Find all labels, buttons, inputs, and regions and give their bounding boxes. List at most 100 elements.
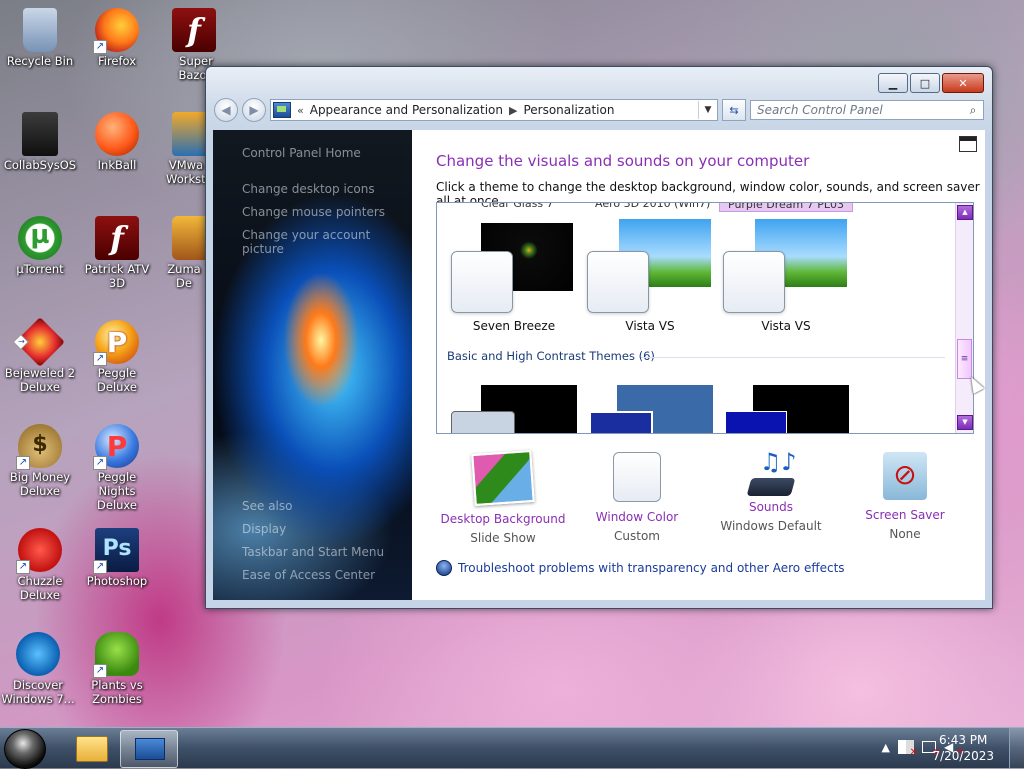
- forward-button[interactable]: ▶: [242, 98, 266, 122]
- theme-list[interactable]: Clear Glass 7 Aero 3D 2010 (Win7) Purple…: [436, 202, 974, 434]
- taskbar: ▲ 6:43 PM 7/20/2023: [0, 727, 1024, 769]
- chevron-left-icon: «: [297, 103, 304, 117]
- window-color-option[interactable]: Window Color Custom: [570, 452, 704, 543]
- close-button[interactable]: ✕: [942, 73, 984, 93]
- theme-item-vista-vs-2[interactable]: Vista VS: [723, 219, 849, 333]
- arrow-left-icon: ◀: [221, 103, 231, 117]
- refresh-icon: ⇆: [729, 103, 739, 117]
- back-button[interactable]: ◀: [214, 98, 238, 122]
- theme-item-vista-vs-1[interactable]: Vista VS: [587, 219, 713, 333]
- theme-item-seven-breeze[interactable]: Seven Breeze: [451, 219, 577, 333]
- option-title[interactable]: Screen Saver: [838, 508, 972, 522]
- sidebar-link-change-mouse-pointers[interactable]: Change mouse pointers: [242, 205, 385, 219]
- desktop-icon-inkball[interactable]: InkBall: [79, 112, 155, 172]
- desktop-icon-discover-windows[interactable]: Discover Windows 7...: [0, 632, 76, 706]
- basic-theme-swatch-2: [589, 411, 653, 433]
- sidebar-link-control-panel-home[interactable]: Control Panel Home: [242, 146, 361, 160]
- breadcrumb-appearance[interactable]: Appearance and Personalization: [310, 103, 503, 117]
- scroll-thumb[interactable]: ≡: [957, 339, 972, 379]
- search-icon[interactable]: ⌕: [963, 103, 983, 118]
- desktop-icon-peggle-nights[interactable]: Peggle Nights Deluxe: [79, 424, 155, 512]
- maximize-button[interactable]: □: [910, 73, 940, 93]
- sidebar-link-change-account-picture[interactable]: Change your account picture: [242, 228, 412, 256]
- troubleshoot-icon: [436, 560, 452, 576]
- sidebar-link-display[interactable]: Display: [242, 522, 286, 536]
- sidebar-link-ease-of-access[interactable]: Ease of Access Center: [242, 568, 375, 582]
- search-input[interactable]: Search Control Panel ⌕: [750, 100, 984, 120]
- theme-label-aero-3d[interactable]: Aero 3D 2010 (Win7): [595, 203, 710, 210]
- desktop-icon-plants-vs-zombies[interactable]: Plants vs Zombies: [79, 632, 155, 706]
- sidebar-see-also: See also: [242, 499, 293, 513]
- theme-color-swatch: [587, 251, 649, 313]
- navigation-bar: ◀ ▶ « Appearance and Personalization ▶ P…: [214, 98, 984, 122]
- clock-date: 7/20/2023: [932, 749, 994, 763]
- main-content: Change the visuals and sounds on your co…: [412, 130, 985, 600]
- start-button[interactable]: [4, 729, 46, 769]
- collab-icon: [22, 112, 58, 156]
- theme-name: Vista VS: [761, 319, 811, 333]
- option-value: None: [889, 527, 921, 541]
- troubleshoot-link[interactable]: Troubleshoot problems with transparency …: [436, 560, 845, 576]
- sounds-option[interactable]: Sounds Windows Default: [704, 452, 838, 533]
- sidebar-link-taskbar[interactable]: Taskbar and Start Menu: [242, 545, 384, 559]
- action-center-icon[interactable]: [898, 740, 918, 758]
- option-title[interactable]: Desktop Background: [436, 512, 570, 526]
- chuzzle-icon: [16, 528, 62, 574]
- theme-name: Vista VS: [625, 319, 675, 333]
- show-hidden-icons-icon[interactable]: ▲: [882, 741, 890, 754]
- taskbar-control-panel-button[interactable]: [120, 730, 178, 768]
- theme-color-swatch: [723, 251, 785, 313]
- window-controls: ▁ □ ✕: [878, 73, 984, 93]
- recycle-bin-icon: [23, 8, 57, 52]
- desktop-icon-firefox[interactable]: Firefox: [79, 8, 155, 68]
- basic-theme-swatch-3: [725, 411, 787, 433]
- show-desktop-button[interactable]: [1009, 728, 1024, 768]
- sidebar-link-change-desktop-icons[interactable]: Change desktop icons: [242, 182, 375, 196]
- utorrent-icon: [18, 216, 62, 260]
- theme-color-swatch: [451, 251, 513, 313]
- troubleshoot-text[interactable]: Troubleshoot problems with transparency …: [458, 561, 845, 575]
- desktop-background-option[interactable]: Desktop Background Slide Show: [436, 449, 570, 545]
- breadcrumb-personalization[interactable]: Personalization: [523, 103, 614, 117]
- search-placeholder: Search Control Panel: [757, 103, 883, 117]
- desktop-icon-utorrent[interactable]: µTorrent: [2, 216, 78, 276]
- desktop-icon-peggle[interactable]: Peggle Deluxe: [79, 320, 155, 394]
- desktop-icon-patrick-atv[interactable]: Patrick ATV 3D: [79, 216, 155, 290]
- sidebar: Control Panel Home Change desktop icons …: [213, 130, 412, 600]
- section-divider: [641, 357, 945, 358]
- control-panel-icon: [273, 102, 291, 118]
- option-title[interactable]: Window Color: [570, 510, 704, 524]
- theme-label-purple-dream[interactable]: Purple Dream 7 PL03: [719, 203, 853, 212]
- address-bar[interactable]: « Appearance and Personalization ▶ Perso…: [270, 99, 718, 121]
- basic-theme-swatch-1: [451, 411, 515, 433]
- clock[interactable]: 6:43 PM 7/20/2023: [932, 732, 994, 764]
- taskbar-explorer-button[interactable]: [62, 730, 118, 766]
- desktop-icon-photoshop[interactable]: Photoshop: [79, 528, 155, 588]
- theme-label-clear-glass[interactable]: Clear Glass 7: [481, 203, 554, 210]
- scroll-down-icon[interactable]: ▼: [957, 415, 973, 430]
- desktop-icon-chuzzle[interactable]: Chuzzle Deluxe: [2, 528, 78, 602]
- desktop-icon-recycle-bin[interactable]: Recycle Bin: [2, 8, 78, 68]
- desktop-icon-big-money[interactable]: Big Money Deluxe: [2, 424, 78, 498]
- option-title[interactable]: Sounds: [704, 500, 838, 514]
- sounds-icon: [746, 478, 796, 496]
- clock-time: 6:43 PM: [939, 733, 988, 747]
- desktop-icon-collabsysos[interactable]: CollabSysOS: [2, 112, 78, 172]
- chevron-right-icon[interactable]: ▶: [509, 104, 517, 117]
- desktop-icon-bejeweled[interactable]: Bejeweled 2 Deluxe: [2, 317, 78, 394]
- address-dropdown-icon[interactable]: ▼: [698, 101, 717, 119]
- refresh-button[interactable]: ⇆: [722, 99, 746, 121]
- panel-toggle-icon[interactable]: [959, 136, 977, 152]
- theme-name: Seven Breeze: [472, 319, 556, 333]
- minimize-button[interactable]: ▁: [878, 73, 908, 93]
- peggle-nights-icon: [93, 424, 139, 470]
- page-title: Change the visuals and sounds on your co…: [436, 152, 810, 170]
- window-color-icon: [613, 452, 661, 502]
- scroll-up-icon[interactable]: ▲: [957, 205, 973, 220]
- theme-scrollbar[interactable]: ▲ ≡ ▼: [955, 203, 973, 433]
- personalization-window: ▁ □ ✕ ◀ ▶ « Appearance and Personalizati…: [205, 66, 993, 609]
- screen-saver-option[interactable]: Screen Saver None: [838, 452, 972, 541]
- option-value: Custom: [614, 529, 660, 543]
- big-money-icon: [16, 424, 62, 470]
- screen-saver-icon: [883, 452, 927, 500]
